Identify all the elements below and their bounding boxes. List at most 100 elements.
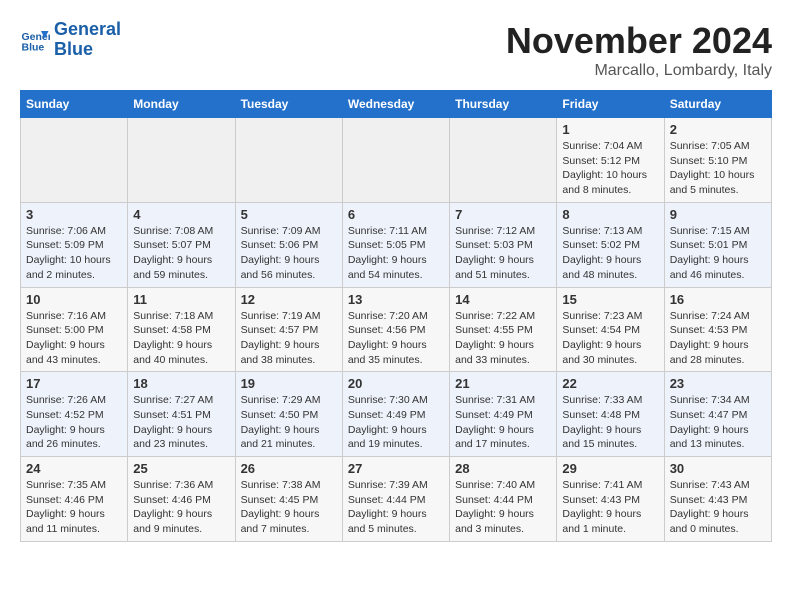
day-info: Sunrise: 7:34 AMSunset: 4:47 PMDaylight:… (670, 393, 766, 452)
day-info: Sunrise: 7:11 AMSunset: 5:05 PMDaylight:… (348, 224, 444, 283)
day-info: Sunrise: 7:04 AMSunset: 5:12 PMDaylight:… (562, 139, 658, 198)
calendar-cell (342, 118, 449, 203)
weekday-header-saturday: Saturday (664, 91, 771, 118)
weekday-header-monday: Monday (128, 91, 235, 118)
day-number: 10 (26, 292, 122, 307)
weekday-header-friday: Friday (557, 91, 664, 118)
weekday-header-tuesday: Tuesday (235, 91, 342, 118)
day-number: 28 (455, 461, 551, 476)
calendar-header: SundayMondayTuesdayWednesdayThursdayFrid… (21, 91, 772, 118)
day-number: 25 (133, 461, 229, 476)
day-number: 22 (562, 376, 658, 391)
calendar-cell: 11 Sunrise: 7:18 AMSunset: 4:58 PMDayligh… (128, 287, 235, 372)
calendar-cell: 16 Sunrise: 7:24 AMSunset: 4:53 PMDayligh… (664, 287, 771, 372)
calendar-cell (450, 118, 557, 203)
day-info: Sunrise: 7:26 AMSunset: 4:52 PMDaylight:… (26, 393, 122, 452)
weekday-header-row: SundayMondayTuesdayWednesdayThursdayFrid… (21, 91, 772, 118)
calendar-cell: 23 Sunrise: 7:34 AMSunset: 4:47 PMDayligh… (664, 372, 771, 457)
day-number: 29 (562, 461, 658, 476)
day-number: 30 (670, 461, 766, 476)
day-info: Sunrise: 7:08 AMSunset: 5:07 PMDaylight:… (133, 224, 229, 283)
calendar-cell: 4Sunrise: 7:08 AMSunset: 5:07 PMDaylight… (128, 202, 235, 287)
calendar-body: 1 Sunrise: 7:04 AMSunset: 5:12 PMDaylight… (21, 118, 772, 542)
day-number: 20 (348, 376, 444, 391)
calendar-cell: 14 Sunrise: 7:22 AMSunset: 4:55 PMDayligh… (450, 287, 557, 372)
calendar-cell: 7 Sunrise: 7:12 AMSunset: 5:03 PMDaylight… (450, 202, 557, 287)
calendar-cell: 9Sunrise: 7:15 AMSunset: 5:01 PMDaylight… (664, 202, 771, 287)
day-number: 14 (455, 292, 551, 307)
day-number: 27 (348, 461, 444, 476)
day-info: Sunrise: 7:13 AMSunset: 5:02 PMDaylight:… (562, 224, 658, 283)
day-info: Sunrise: 7:40 AMSunset: 4:44 PMDaylight:… (455, 478, 551, 537)
location-title: Marcallo, Lombardy, Italy (506, 62, 772, 80)
calendar-cell: 10 Sunrise: 7:16 AMSunset: 5:00 PMDayligh… (21, 287, 128, 372)
day-info: Sunrise: 7:30 AMSunset: 4:49 PMDaylight:… (348, 393, 444, 452)
day-number: 11 (133, 292, 229, 307)
calendar-cell: 20 Sunrise: 7:30 AMSunset: 4:49 PMDayligh… (342, 372, 449, 457)
calendar-cell: 13 Sunrise: 7:20 AMSunset: 4:56 PMDayligh… (342, 287, 449, 372)
calendar-cell: 22 Sunrise: 7:33 AMSunset: 4:48 PMDayligh… (557, 372, 664, 457)
day-info: Sunrise: 7:35 AMSunset: 4:46 PMDaylight:… (26, 478, 122, 537)
calendar-week-3: 10 Sunrise: 7:16 AMSunset: 5:00 PMDayligh… (21, 287, 772, 372)
day-number: 2 (670, 122, 766, 137)
calendar-cell: 30 Sunrise: 7:43 AMSunset: 4:43 PMDayligh… (664, 457, 771, 542)
calendar-cell: 1 Sunrise: 7:04 AMSunset: 5:12 PMDaylight… (557, 118, 664, 203)
calendar-cell: 12Sunrise: 7:19 AMSunset: 4:57 PMDayligh… (235, 287, 342, 372)
svg-text:Blue: Blue (22, 41, 45, 53)
day-number: 23 (670, 376, 766, 391)
day-number: 7 (455, 207, 551, 222)
weekday-header-thursday: Thursday (450, 91, 557, 118)
day-number: 18 (133, 376, 229, 391)
calendar-cell: 5Sunrise: 7:09 AMSunset: 5:06 PMDaylight… (235, 202, 342, 287)
day-number: 1 (562, 122, 658, 137)
calendar-cell: 21 Sunrise: 7:31 AMSunset: 4:49 PMDayligh… (450, 372, 557, 457)
logo-icon: General Blue (20, 25, 50, 55)
calendar-week-1: 1 Sunrise: 7:04 AMSunset: 5:12 PMDaylight… (21, 118, 772, 203)
day-info: Sunrise: 7:06 AMSunset: 5:09 PMDaylight:… (26, 224, 122, 283)
title-area: November 2024 Marcallo, Lombardy, Italy (506, 20, 772, 80)
calendar-week-4: 17 Sunrise: 7:26 AMSunset: 4:52 PMDayligh… (21, 372, 772, 457)
weekday-header-wednesday: Wednesday (342, 91, 449, 118)
day-number: 3 (26, 207, 122, 222)
day-info: Sunrise: 7:31 AMSunset: 4:49 PMDaylight:… (455, 393, 551, 452)
day-info: Sunrise: 7:36 AMSunset: 4:46 PMDaylight:… (133, 478, 229, 537)
calendar-cell: 15Sunrise: 7:23 AMSunset: 4:54 PMDayligh… (557, 287, 664, 372)
day-info: Sunrise: 7:09 AMSunset: 5:06 PMDaylight:… (241, 224, 337, 283)
day-number: 26 (241, 461, 337, 476)
header: General Blue General Blue November 2024 … (20, 20, 772, 80)
day-number: 8 (562, 207, 658, 222)
day-info: Sunrise: 7:20 AMSunset: 4:56 PMDaylight:… (348, 309, 444, 368)
day-info: Sunrise: 7:24 AMSunset: 4:53 PMDaylight:… (670, 309, 766, 368)
calendar-cell: 8 Sunrise: 7:13 AMSunset: 5:02 PMDaylight… (557, 202, 664, 287)
logo-text: General Blue (54, 20, 121, 60)
day-number: 17 (26, 376, 122, 391)
day-number: 13 (348, 292, 444, 307)
day-info: Sunrise: 7:41 AMSunset: 4:43 PMDaylight:… (562, 478, 658, 537)
day-info: Sunrise: 7:39 AMSunset: 4:44 PMDaylight:… (348, 478, 444, 537)
day-info: Sunrise: 7:18 AMSunset: 4:58 PMDaylight:… (133, 309, 229, 368)
day-info: Sunrise: 7:12 AMSunset: 5:03 PMDaylight:… (455, 224, 551, 283)
day-info: Sunrise: 7:43 AMSunset: 4:43 PMDaylight:… (670, 478, 766, 537)
calendar-cell (128, 118, 235, 203)
month-title: November 2024 (506, 20, 772, 62)
day-info: Sunrise: 7:16 AMSunset: 5:00 PMDaylight:… (26, 309, 122, 368)
calendar-cell: 25 Sunrise: 7:36 AMSunset: 4:46 PMDayligh… (128, 457, 235, 542)
calendar-cell: 6Sunrise: 7:11 AMSunset: 5:05 PMDaylight… (342, 202, 449, 287)
day-number: 21 (455, 376, 551, 391)
day-info: Sunrise: 7:29 AMSunset: 4:50 PMDaylight:… (241, 393, 337, 452)
day-info: Sunrise: 7:27 AMSunset: 4:51 PMDaylight:… (133, 393, 229, 452)
day-info: Sunrise: 7:19 AMSunset: 4:57 PMDaylight:… (241, 309, 337, 368)
calendar-cell: 24Sunrise: 7:35 AMSunset: 4:46 PMDayligh… (21, 457, 128, 542)
day-info: Sunrise: 7:23 AMSunset: 4:54 PMDaylight:… (562, 309, 658, 368)
calendar-week-2: 3 Sunrise: 7:06 AMSunset: 5:09 PMDaylight… (21, 202, 772, 287)
day-info: Sunrise: 7:05 AMSunset: 5:10 PMDaylight:… (670, 139, 766, 198)
calendar-table: SundayMondayTuesdayWednesdayThursdayFrid… (20, 90, 772, 542)
day-number: 19 (241, 376, 337, 391)
calendar-cell: 26Sunrise: 7:38 AMSunset: 4:45 PMDayligh… (235, 457, 342, 542)
day-number: 16 (670, 292, 766, 307)
calendar-cell: 17 Sunrise: 7:26 AMSunset: 4:52 PMDayligh… (21, 372, 128, 457)
day-info: Sunrise: 7:22 AMSunset: 4:55 PMDaylight:… (455, 309, 551, 368)
day-info: Sunrise: 7:33 AMSunset: 4:48 PMDaylight:… (562, 393, 658, 452)
calendar-cell: 19 Sunrise: 7:29 AMSunset: 4:50 PMDayligh… (235, 372, 342, 457)
calendar-cell (21, 118, 128, 203)
